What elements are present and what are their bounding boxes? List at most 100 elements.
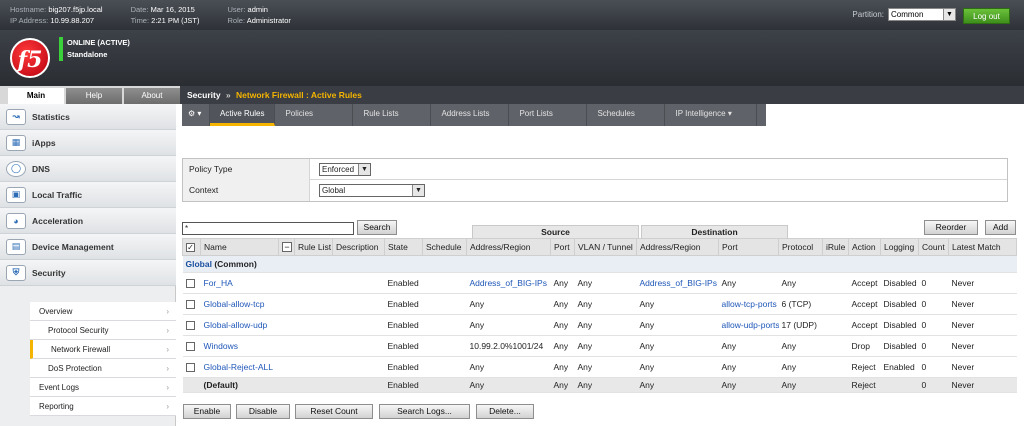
tab-about[interactable]: About xyxy=(124,88,180,104)
logout-button[interactable]: Log out xyxy=(963,8,1010,24)
row-checkbox[interactable] xyxy=(185,363,195,373)
sidebar-sub-protocol-security[interactable]: Protocol Security › xyxy=(30,321,176,340)
col-count[interactable]: Count xyxy=(918,238,949,256)
dst-port-cell-text[interactable]: allow-udp-ports xyxy=(722,320,779,330)
sidebar-item-acceleration[interactable]: ◕ Acceleration xyxy=(0,208,176,234)
col-logging[interactable]: Logging xyxy=(880,238,919,256)
sidebar-item-iapps[interactable]: ▦ iApps xyxy=(0,130,176,156)
protocol-cell-text: Any xyxy=(781,380,797,390)
state-cell-text: Enabled xyxy=(387,362,419,372)
rule-name-text[interactable]: Global-Reject-ALL xyxy=(204,362,273,372)
src-address-cell-text[interactable]: Address_of_BIG-IPs xyxy=(470,278,547,288)
sidebar-sub-event-logs[interactable]: Event Logs › xyxy=(30,378,176,397)
rule-name-text[interactable]: Windows xyxy=(204,341,238,351)
col-protocol[interactable]: Protocol xyxy=(778,238,823,256)
sidebar-item-label: iApps xyxy=(32,137,56,148)
col-vlan[interactable]: VLAN / Tunnel xyxy=(574,238,637,256)
sidebar-sub-network-firewall[interactable]: Network Firewall › xyxy=(30,340,176,359)
row-checkbox[interactable] xyxy=(185,321,195,331)
col-src-address[interactable]: Address/Region xyxy=(466,238,551,256)
row-checkbox[interactable] xyxy=(185,342,195,352)
col-action[interactable]: Action xyxy=(848,238,881,256)
dst-port-cell: allow-tcp-ports xyxy=(718,293,779,315)
tab-port-lists[interactable]: Port Lists xyxy=(509,104,588,126)
reset-count-button[interactable]: Reset Count xyxy=(295,404,373,419)
col-src-port[interactable]: Port xyxy=(550,238,575,256)
gear-icon[interactable]: ⚙ ▾ xyxy=(182,104,210,126)
sidebar-sub-overview[interactable]: Overview › xyxy=(30,302,176,321)
row-checkbox[interactable] xyxy=(185,279,195,289)
group-partition: (Common) xyxy=(214,259,257,269)
count-cell: 0 xyxy=(918,314,949,336)
col-name[interactable]: Name xyxy=(200,238,279,256)
col-latest-match[interactable]: Latest Match xyxy=(948,238,1017,256)
chevron-down-icon[interactable]: ▼ xyxy=(358,164,370,175)
host-info: Hostname: big207.f5jp.local IP Address: … xyxy=(10,4,103,26)
enable-button[interactable]: Enable xyxy=(183,404,231,419)
sidebar-item-statistics[interactable]: ↝ Statistics xyxy=(0,104,176,130)
chevron-down-icon[interactable]: ▼ xyxy=(943,9,955,20)
sidebar-sub-reporting[interactable]: Reporting › xyxy=(30,397,176,416)
description-cell xyxy=(332,335,385,357)
tab-address-lists[interactable]: Address Lists xyxy=(431,104,510,126)
sidebar-item-dns[interactable]: ◯ DNS xyxy=(0,156,176,182)
col-dst-port[interactable]: Port xyxy=(718,238,779,256)
search-button[interactable]: Search xyxy=(357,220,397,235)
sidebar-sub-dos-protection[interactable]: DoS Protection › xyxy=(30,359,176,378)
dst-port-cell: Any xyxy=(718,377,779,393)
rule-name-text[interactable]: Global-allow-tcp xyxy=(204,299,265,309)
tab-main[interactable]: Main xyxy=(8,88,64,104)
dst-address-cell-text[interactable]: Address_of_BIG-IPs xyxy=(640,278,717,288)
dst-address-cell: Any xyxy=(636,377,719,393)
col-description[interactable]: Description xyxy=(332,238,385,256)
policy-type-select[interactable]: Enforced ▼ xyxy=(319,163,371,176)
irule-cell xyxy=(822,293,849,315)
table-row[interactable]: Global-Reject-ALL Enabled Any Any Any Any Any A… xyxy=(182,356,1017,378)
collapse-all-button[interactable]: − xyxy=(278,238,295,256)
chevron-down-icon[interactable]: ▼ xyxy=(412,185,424,196)
tab-active-rules[interactable]: Active Rules xyxy=(210,104,276,126)
search-logs-button[interactable]: Search Logs... xyxy=(379,404,470,419)
tab-policies[interactable]: Policies xyxy=(275,104,354,126)
select-all-checkbox[interactable]: ✓ xyxy=(182,238,201,256)
col-state[interactable]: State xyxy=(384,238,423,256)
group-name[interactable]: Global xyxy=(186,259,212,269)
add-button[interactable]: Add xyxy=(985,220,1016,235)
tab-rule-lists[interactable]: Rule Lists xyxy=(353,104,432,126)
col-irule[interactable]: iRule xyxy=(822,238,849,256)
sidebar-item-security[interactable]: ⛨ Security xyxy=(0,260,176,286)
src-port-cell: Any xyxy=(550,293,575,315)
col-dst-address[interactable]: Address/Region xyxy=(636,238,719,256)
delete-button[interactable]: Delete... xyxy=(476,404,534,419)
reorder-button[interactable]: Reorder xyxy=(924,220,978,235)
rule-search-input[interactable]: * xyxy=(182,222,354,235)
table-row[interactable]: Global-allow-tcp Enabled Any Any Any Any allow… xyxy=(182,293,1017,315)
partition-label: Partition: xyxy=(852,10,884,19)
sidebar-item-local-traffic[interactable]: ▣ Local Traffic xyxy=(0,182,176,208)
sidebar-item-label: Security xyxy=(32,267,66,278)
table-row[interactable]: Windows Enabled 10.99.2.0%1001/24 Any Any Any… xyxy=(182,335,1017,357)
irule-cell xyxy=(822,356,849,378)
col-schedule[interactable]: Schedule xyxy=(422,238,467,256)
tab-ip-intelligence[interactable]: IP Intelligence ▾ xyxy=(665,104,758,126)
dst-port-cell-text[interactable]: allow-tcp-ports xyxy=(722,299,777,309)
context-select[interactable]: Global ▼ xyxy=(319,184,425,197)
src-port-cell: Any xyxy=(550,377,575,393)
partition-select[interactable]: Common ▼ xyxy=(888,8,956,21)
col-rule-list[interactable]: Rule List xyxy=(294,238,333,256)
default-rule-row[interactable]: (Default) Enabled Any Any Any Any Any Any Reject… xyxy=(182,377,1017,393)
tab-help[interactable]: Help xyxy=(66,88,122,104)
rules-table: ✓ Name − Rule List Description State Sch… xyxy=(182,238,1017,393)
disable-button[interactable]: Disable xyxy=(236,404,290,419)
table-row[interactable]: For_HA Enabled Address_of_BIG-IPs Any Any Add… xyxy=(182,272,1017,294)
src-address-cell: Address_of_BIG-IPs xyxy=(466,272,551,294)
table-row[interactable]: Global-allow-udp Enabled Any Any Any Any allow… xyxy=(182,314,1017,336)
empty-cell xyxy=(278,377,295,393)
protocol-cell-text: Any xyxy=(781,278,797,288)
breadcrumb-root[interactable]: Security xyxy=(187,90,221,100)
row-checkbox[interactable] xyxy=(185,300,195,310)
rule-name-text[interactable]: Global-allow-udp xyxy=(204,320,268,330)
sidebar-item-device-management[interactable]: ▤ Device Management xyxy=(0,234,176,260)
rule-name-text[interactable]: For_HA xyxy=(204,278,233,288)
tab-schedules[interactable]: Schedules xyxy=(587,104,666,126)
